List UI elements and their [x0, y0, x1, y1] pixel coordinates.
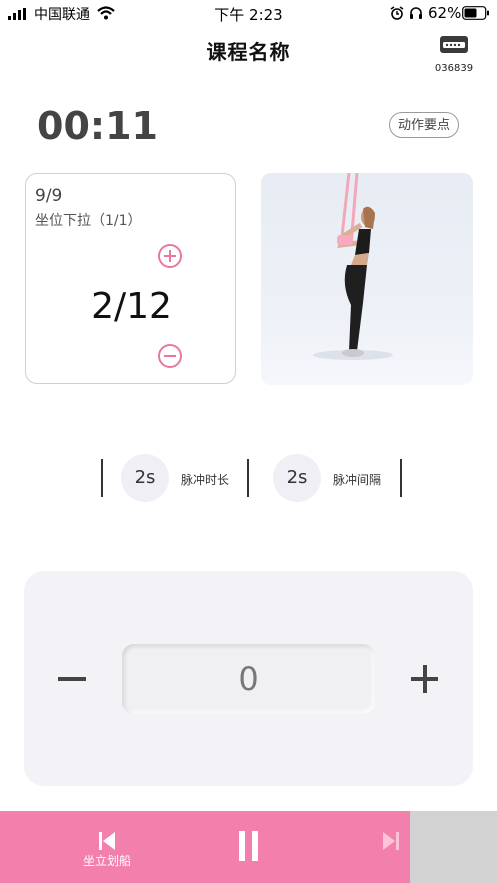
- device-id: 036839: [434, 63, 474, 74]
- device-icon: [440, 36, 468, 53]
- reps-counter: 2/12: [91, 286, 172, 327]
- pulse-interval-value[interactable]: 2s: [273, 454, 321, 502]
- pause-icon: [239, 831, 258, 861]
- elapsed-timer: 00:11: [37, 104, 158, 148]
- previous-exercise-label: 坐立划船: [82, 854, 131, 868]
- player-bar: [0, 811, 410, 883]
- divider-middle: [247, 459, 249, 497]
- status-bar: 中国联通 下午 2:23 62%: [0, 0, 497, 26]
- player-bar-disabled-area: [410, 811, 497, 883]
- decrease-reps-button[interactable]: [158, 344, 182, 368]
- battery-percentage: 62%: [428, 4, 462, 22]
- plus-icon-vertical: [423, 665, 427, 693]
- pulse-interval-label: 脉冲间隔: [333, 473, 382, 487]
- pulse-duration-label: 脉冲时长: [181, 473, 230, 487]
- divider-right: [400, 459, 402, 497]
- skip-previous-icon: [99, 832, 115, 850]
- page-title: 课程名称: [206, 40, 291, 64]
- set-progress: 9/9: [35, 186, 63, 206]
- increase-reps-button[interactable]: [158, 244, 182, 268]
- battery-icon: [462, 6, 489, 20]
- minus-icon: [58, 677, 86, 681]
- exercise-photo: [261, 173, 473, 385]
- divider-left: [101, 459, 103, 497]
- set-card: 9/9 坐位下拉（1/1） 2/12: [25, 173, 236, 384]
- exercise-illustration: [313, 173, 393, 360]
- pulse-duration-value[interactable]: 2s: [121, 454, 169, 502]
- action-tips-button[interactable]: 动作要点: [389, 112, 459, 138]
- skip-next-icon: [383, 832, 399, 850]
- intensity-value: 0: [122, 644, 375, 714]
- alarm-icon: [390, 6, 404, 20]
- exercise-name: 坐位下拉（1/1）: [35, 213, 142, 229]
- headphones-icon: [410, 7, 422, 19]
